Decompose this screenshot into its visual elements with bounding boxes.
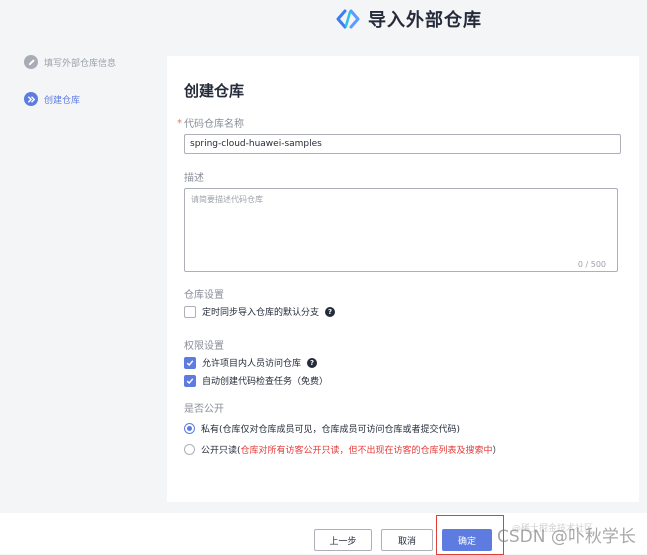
step-create-repo[interactable]: 创建仓库 bbox=[24, 92, 116, 106]
sync-default-branch-label: 定时同步导入仓库的默认分支 bbox=[202, 308, 320, 318]
create-repo-card: 创建仓库 * 代码仓库名称 描述 请简要描述代码仓库 0 / 500 仓库设置 … bbox=[167, 56, 639, 502]
visibility-label: 是否公开 bbox=[184, 404, 224, 415]
auto-code-check-checkbox[interactable] bbox=[184, 374, 196, 387]
top-bar: 导入外部仓库 bbox=[0, 0, 647, 38]
footer-bar: 上一步 取消 确定 @稀土掘金技术社区 CSDN @卟秋学长 bbox=[0, 513, 647, 555]
description-textarea[interactable]: 请简要描述代码仓库 0 / 500 bbox=[184, 188, 618, 272]
repo-name-input[interactable] bbox=[184, 134, 621, 154]
visibility-public-readonly-radio[interactable] bbox=[184, 444, 195, 455]
allow-members-option[interactable]: 允许项目内人员访问仓库 ? bbox=[184, 356, 318, 369]
sync-default-branch-checkbox[interactable] bbox=[184, 305, 196, 318]
visibility-public-readonly-option[interactable]: 公开只读(仓库对所有访客公开只读，但不出现在访客的仓库列表及搜索中） bbox=[184, 443, 502, 456]
sync-default-branch-option[interactable]: 定时同步导入仓库的默认分支 ? bbox=[184, 305, 336, 318]
pencil-icon bbox=[24, 55, 38, 69]
question-mark-icon[interactable]: ? bbox=[307, 357, 318, 368]
visibility-private-radio[interactable] bbox=[184, 423, 195, 434]
highlight-box bbox=[436, 515, 504, 555]
repo-settings-label: 仓库设置 bbox=[184, 290, 224, 301]
permission-settings-label: 权限设置 bbox=[184, 341, 224, 352]
question-mark-icon[interactable]: ? bbox=[325, 306, 336, 317]
wizard-steps: 填写外部仓库信息 创建仓库 bbox=[24, 55, 116, 129]
step-label: 填写外部仓库信息 bbox=[44, 58, 117, 69]
visibility-public-readonly-label: 公开只读(仓库对所有访客公开只读，但不出现在访客的仓库列表及搜索中） bbox=[201, 443, 502, 456]
description-char-counter: 0 / 500 bbox=[577, 260, 606, 269]
allow-members-checkbox[interactable] bbox=[184, 356, 196, 369]
description-placeholder: 请简要描述代码仓库 bbox=[191, 195, 263, 204]
double-chevron-right-icon bbox=[24, 92, 38, 106]
codehub-logo-icon bbox=[336, 9, 360, 29]
public-readonly-suffix: ） bbox=[492, 446, 502, 456]
auto-code-check-label: 自动创建代码检查任务（免费） bbox=[202, 377, 329, 387]
check-icon bbox=[186, 377, 194, 384]
cancel-button[interactable]: 取消 bbox=[381, 529, 433, 551]
allow-members-label: 允许项目内人员访问仓库 bbox=[202, 359, 302, 369]
header-logo-group: 导入外部仓库 bbox=[336, 6, 482, 32]
page-title: 导入外部仓库 bbox=[368, 10, 482, 31]
repo-name-label: 代码仓库名称 bbox=[184, 119, 244, 130]
required-mark: * bbox=[177, 118, 182, 129]
step-fill-external-info[interactable]: 填写外部仓库信息 bbox=[24, 55, 116, 69]
visibility-private-label: 私有(仓库仅对仓库成员可见，仓库成员可访问仓库或者提交代码) bbox=[201, 425, 461, 435]
check-icon bbox=[186, 359, 194, 366]
form-title: 创建仓库 bbox=[184, 82, 245, 100]
visibility-private-option[interactable]: 私有(仓库仅对仓库成员可见，仓库成员可访问仓库或者提交代码) bbox=[184, 422, 460, 435]
description-label: 描述 bbox=[184, 173, 204, 184]
public-readonly-prefix: 公开只读( bbox=[201, 446, 241, 456]
watermark-text: CSDN @卟秋学长 bbox=[497, 527, 636, 547]
step-label: 创建仓库 bbox=[44, 95, 81, 106]
previous-step-button[interactable]: 上一步 bbox=[314, 529, 372, 551]
public-readonly-warning: 仓库对所有访客公开只读，但不出现在访客的仓库列表及搜索中 bbox=[240, 446, 493, 456]
auto-code-check-option[interactable]: 自动创建代码检查任务（免费） bbox=[184, 374, 328, 387]
